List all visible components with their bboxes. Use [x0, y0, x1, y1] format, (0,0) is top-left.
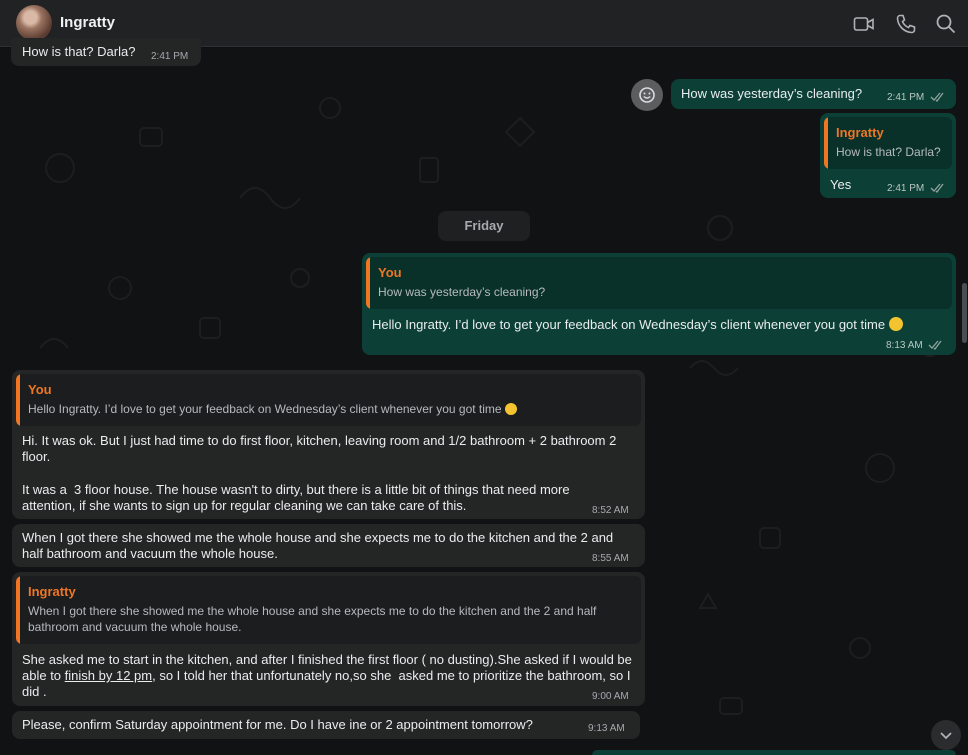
voice-call-icon[interactable]: [894, 12, 918, 36]
quoted-message[interactable]: Ingratty How is that? Darla?: [824, 117, 952, 169]
contact-avatar[interactable]: [16, 5, 52, 41]
quote-author: You: [378, 265, 402, 280]
message-bubble-incoming[interactable]: When I got there she showed me the whole…: [12, 524, 645, 567]
message-text: When I got there she showed me the whole…: [22, 530, 617, 561]
message-time: 8:13 AM: [886, 338, 944, 354]
search-icon[interactable]: [934, 12, 958, 36]
date-time-link[interactable]: finish by 12 pm: [65, 668, 152, 683]
message-time-text: 8:13 AM: [886, 340, 923, 351]
video-call-icon[interactable]: [852, 12, 876, 36]
message-text: How was yesterday’s cleaning?: [681, 86, 863, 101]
quoted-message[interactable]: You How was yesterday’s cleaning?: [366, 257, 952, 309]
message-time: 8:55 AM: [592, 553, 629, 564]
chat-scrollbar[interactable]: [962, 283, 967, 343]
message-bubble-incoming[interactable]: Please, confirm Saturday appointment for…: [12, 711, 640, 739]
message-bubble-incoming[interactable]: You Hello Ingratty. I’d love to get your…: [12, 370, 645, 519]
double-check-icon: [929, 340, 943, 351]
chevron-down-icon: [940, 732, 952, 740]
message-text: It was a 3 floor house. The house wasn't…: [22, 482, 574, 513]
message-time: 2:41 PM: [887, 90, 946, 106]
scroll-to-bottom-button[interactable]: [931, 720, 961, 750]
quote-text: Hello Ingratty. I’d love to get your fee…: [28, 401, 631, 417]
message-time: 9:13 AM: [588, 723, 625, 734]
message-time: 8:52 AM: [592, 505, 629, 516]
date-separator: Friday: [438, 211, 530, 241]
smiley-icon: [639, 87, 655, 103]
quote-text: How was yesterday’s cleaning?: [378, 285, 546, 299]
quote-text: How is that? Darla?: [836, 145, 941, 159]
message-text: How is that? Darla?: [22, 44, 136, 59]
quote-author: Ingratty: [836, 125, 884, 140]
quote-accent-bar: [16, 576, 20, 644]
message-text: Yes: [830, 177, 852, 192]
quote-accent-bar: [824, 117, 828, 169]
message-time: 2:41 PM: [151, 51, 189, 62]
message-time: 9:00 AM: [592, 691, 629, 702]
message-text: Hello Ingratty. I’d love to get your fee…: [372, 317, 903, 333]
double-check-icon: [930, 183, 944, 194]
quoted-message[interactable]: You Hello Ingratty. I’d love to get your…: [16, 374, 641, 426]
message-time: 2:41 PM: [887, 181, 946, 197]
message-text: Please, confirm Saturday appointment for…: [22, 717, 533, 732]
smiling-face-emoji: [504, 403, 517, 415]
message-bubble-incoming[interactable]: Ingratty When I got there she showed me …: [12, 572, 645, 706]
quote-text-body: Hello Ingratty. I’d love to get your fee…: [28, 402, 502, 416]
message-time-text: 2:41 PM: [887, 92, 925, 103]
contact-name[interactable]: Ingratty: [60, 14, 115, 31]
smiling-face-emoji: [888, 317, 903, 331]
message-bubble-outgoing[interactable]: How was yesterday’s cleaning? 2:41 PM: [671, 79, 956, 109]
reaction-button[interactable]: [631, 79, 663, 111]
message-bubble-incoming[interactable]: How is that? Darla? 2:41 PM: [11, 38, 201, 66]
message-text: She asked me to start in the kitchen, an…: [22, 652, 637, 700]
quote-text: When I got there she showed me the whole…: [28, 604, 597, 634]
double-check-icon: [930, 92, 944, 103]
message-bubble-outgoing[interactable]: [592, 750, 956, 755]
quote-author: You: [28, 382, 52, 397]
quoted-message[interactable]: Ingratty When I got there she showed me …: [16, 576, 641, 644]
quote-accent-bar: [16, 374, 20, 426]
message-bubble-outgoing[interactable]: You How was yesterday’s cleaning? Hello …: [362, 253, 956, 355]
message-bubble-outgoing[interactable]: Ingratty How is that? Darla? Yes 2:41 PM: [820, 113, 956, 198]
quote-accent-bar: [366, 257, 370, 309]
quote-author: Ingratty: [28, 584, 76, 599]
message-text-body: Hello Ingratty. I’d love to get your fee…: [372, 317, 886, 332]
message-time-text: 2:41 PM: [887, 183, 925, 194]
message-text: Hi. It was ok. But I just had time to do…: [22, 433, 620, 464]
